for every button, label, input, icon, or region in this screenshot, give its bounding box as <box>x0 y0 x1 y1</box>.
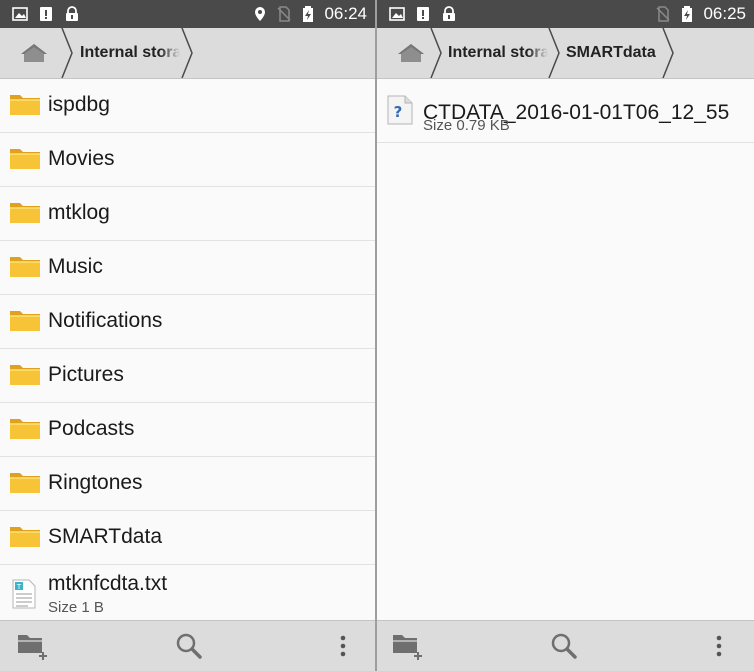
folder-row[interactable]: Pictures <box>0 349 375 403</box>
breadcrumb: Internal stora SMARTdata <box>377 28 754 79</box>
breadcrumb-separator-icon <box>430 28 442 78</box>
file-row[interactable]: ? CTDATA_2016-01-01T06_12_55 Size 0.79 K… <box>377 79 754 143</box>
file-list: ispdbg Movies mtklog Music Notifications… <box>0 79 375 630</box>
text-file-icon: T <box>12 579 36 609</box>
alert-notification-icon <box>417 7 429 21</box>
folder-icon <box>10 365 40 385</box>
breadcrumb: Internal stora <box>0 28 375 79</box>
new-folder-icon <box>18 635 47 660</box>
folder-icon <box>10 149 40 169</box>
no-sim-icon <box>277 6 291 22</box>
folder-row[interactable]: ispdbg <box>0 79 375 133</box>
unknown-file-icon: ? <box>387 95 413 125</box>
bottom-toolbar <box>377 620 754 671</box>
home-button[interactable] <box>8 28 60 78</box>
folder-icon <box>10 203 40 223</box>
folder-name: Notifications <box>48 309 163 332</box>
folder-row[interactable]: mtklog <box>0 187 375 241</box>
folder-row[interactable]: Ringtones <box>0 457 375 511</box>
folder-name: ispdbg <box>48 93 110 116</box>
folder-row[interactable]: SMARTdata <box>0 511 375 565</box>
search-icon <box>176 633 202 659</box>
svg-text:T: T <box>16 583 22 591</box>
right-screen: 06:25 Internal stora SMARTdata ? CTDATA_… <box>377 0 754 671</box>
folder-icon <box>10 527 40 547</box>
battery-charging-icon <box>303 6 314 22</box>
folder-icon <box>10 257 40 277</box>
no-sim-icon <box>656 6 670 22</box>
folder-icon <box>10 95 40 115</box>
breadcrumb-internal-storage[interactable]: Internal stora <box>80 28 180 78</box>
search-icon <box>551 633 577 659</box>
file-size: Size 1 B <box>48 599 104 616</box>
folder-icon <box>10 473 40 493</box>
bottom-toolbar <box>0 620 375 671</box>
screenshot-notification-icon <box>12 7 28 21</box>
folder-name: mtklog <box>48 201 110 224</box>
folder-row[interactable]: Notifications <box>0 295 375 349</box>
svg-text:?: ? <box>394 103 403 121</box>
home-icon <box>21 44 47 62</box>
file-name: mtknfcdta.txt <box>48 572 168 595</box>
status-time: 06:25 <box>703 4 746 23</box>
alert-notification-icon <box>40 7 52 21</box>
overflow-menu-button[interactable] <box>318 621 368 671</box>
breadcrumb-separator-icon <box>61 28 73 78</box>
new-folder-button[interactable] <box>383 621 433 671</box>
folder-row[interactable]: Podcasts <box>0 403 375 457</box>
more-vert-icon <box>716 635 722 657</box>
new-folder-button[interactable] <box>8 621 58 671</box>
folder-name: Podcasts <box>48 417 135 440</box>
battery-charging-icon <box>682 6 693 22</box>
location-icon <box>255 7 266 21</box>
status-bar: 06:25 <box>377 0 754 28</box>
folder-name: Pictures <box>48 363 124 386</box>
folder-name: Movies <box>48 147 115 170</box>
folder-name: Music <box>48 255 103 278</box>
status-time: 06:24 <box>324 4 367 23</box>
breadcrumb-internal-storage[interactable]: Internal stora <box>448 28 548 78</box>
new-folder-icon <box>393 635 422 660</box>
folder-row[interactable]: Movies <box>0 133 375 187</box>
folder-name: Ringtones <box>48 471 143 494</box>
left-screen: 06:24 Internal stora ispdbg Movies mtklo… <box>0 0 375 671</box>
breadcrumb-smartdata[interactable]: SMARTdata <box>566 28 666 78</box>
lock-notification-icon <box>443 6 455 21</box>
search-button[interactable] <box>539 621 589 671</box>
lock-notification-icon <box>66 6 78 21</box>
folder-icon <box>10 419 40 439</box>
screenshot-notification-icon <box>389 7 405 21</box>
overflow-menu-button[interactable] <box>694 621 744 671</box>
breadcrumb-separator-icon <box>181 28 193 78</box>
more-vert-icon <box>340 635 346 657</box>
search-button[interactable] <box>164 621 214 671</box>
breadcrumb-separator-icon <box>548 28 560 78</box>
breadcrumb-separator-icon <box>662 28 674 78</box>
file-list: ? CTDATA_2016-01-01T06_12_55 Size 0.79 K… <box>377 79 754 143</box>
folder-icon <box>10 311 40 331</box>
status-bar: 06:24 <box>0 0 375 28</box>
file-size: Size 0.79 KB <box>423 117 510 134</box>
folder-row[interactable]: Music <box>0 241 375 295</box>
home-icon <box>398 44 424 62</box>
folder-name: SMARTdata <box>48 525 162 548</box>
